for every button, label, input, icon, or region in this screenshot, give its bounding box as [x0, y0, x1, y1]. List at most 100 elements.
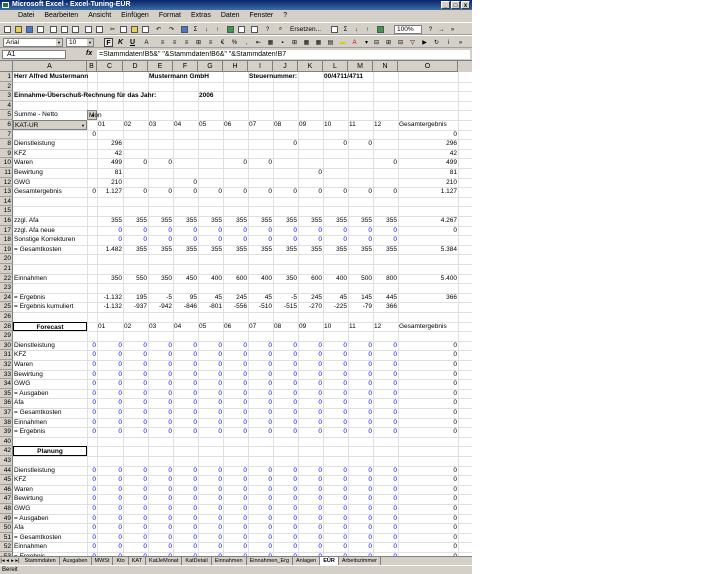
row-header-24[interactable]: 24 [0, 292, 13, 303]
cell-a31[interactable]: KFZ [13, 350, 27, 360]
cell-c19[interactable]: 1.482 [97, 245, 123, 255]
sheet-tab-mwst[interactable]: MWSt [91, 557, 114, 565]
cell-k32[interactable]: 0 [298, 360, 323, 370]
cell-h30[interactable]: 0 [223, 341, 248, 351]
cell-i39[interactable]: 0 [248, 427, 273, 437]
cell-n44[interactable]: 0 [373, 466, 398, 476]
row-header-8[interactable]: 8 [0, 139, 13, 149]
row-header-38[interactable]: 38 [0, 417, 13, 428]
cell-h32[interactable]: 0 [223, 360, 248, 370]
row-header-29[interactable]: 29 [0, 331, 13, 341]
font-color-icon[interactable]: A [350, 38, 359, 47]
cell-j33[interactable]: 0 [273, 370, 298, 380]
cell-f32[interactable]: 0 [173, 360, 198, 370]
cell-f45[interactable]: 0 [173, 475, 198, 485]
cell-e22[interactable]: 350 [148, 274, 173, 284]
cell-l49[interactable]: 0 [323, 514, 348, 524]
cell-f6[interactable]: 04 [173, 120, 182, 130]
cell-h46[interactable]: 0 [223, 485, 248, 495]
cell-f37[interactable]: 0 [173, 408, 198, 418]
cell-c35[interactable]: 0 [97, 389, 123, 399]
row-header-44[interactable]: 44 [0, 465, 13, 476]
macro-icon[interactable]: ▶ [420, 38, 429, 47]
cell-b50[interactable]: 0 [87, 523, 97, 533]
cell-h47[interactable]: 0 [223, 494, 248, 504]
cell-m50[interactable]: 0 [348, 523, 373, 533]
cell-b52[interactable]: 0 [87, 542, 97, 552]
cell-g52[interactable]: 0 [198, 542, 223, 552]
cell-d28[interactable]: 02 [123, 322, 132, 332]
cell-f17[interactable]: 0 [173, 226, 198, 236]
cell-o11[interactable]: 81 [398, 168, 458, 178]
row-header-12[interactable]: 12 [0, 177, 13, 188]
cell-f13[interactable]: 0 [173, 187, 198, 197]
cell-g3[interactable]: 2006 [198, 91, 214, 101]
cell-m8[interactable]: 0 [348, 139, 373, 149]
row-header-46[interactable]: 46 [0, 484, 13, 495]
cell-i38[interactable]: 0 [248, 418, 273, 428]
toolbar-arrow-icon[interactable]: → [437, 25, 446, 34]
cell-j52[interactable]: 0 [273, 542, 298, 552]
cell-a25[interactable]: = Ergebnis kumuliert [13, 302, 74, 312]
cell-o28[interactable]: Gesamtergebnis [398, 322, 448, 332]
cell-i18[interactable]: 0 [248, 235, 273, 245]
cell-l25[interactable]: -225 [323, 302, 348, 312]
cell-h36[interactable]: 0 [223, 398, 248, 408]
cell-h33[interactable]: 0 [223, 370, 248, 380]
cell-m17[interactable]: 0 [348, 226, 373, 236]
column-header-n[interactable]: N [373, 61, 398, 72]
cell-l39[interactable]: 0 [323, 427, 348, 437]
cell-n6[interactable]: 12 [373, 120, 382, 130]
cell-l44[interactable]: 0 [323, 466, 348, 476]
cell-b37[interactable]: 0 [87, 408, 97, 418]
autofilter-icon[interactable]: ▽ [408, 38, 417, 47]
cell-d33[interactable]: 0 [123, 370, 148, 380]
cell-m32[interactable]: 0 [348, 360, 373, 370]
cell-g51[interactable]: 0 [198, 533, 223, 543]
bold-button[interactable]: F [104, 38, 113, 47]
cell-h6[interactable]: 06 [223, 120, 232, 130]
dropdown-arrow-icon[interactable]: ▼ [81, 121, 85, 131]
cell-h45[interactable]: 0 [223, 475, 248, 485]
cell-e31[interactable]: 0 [148, 350, 173, 360]
row-header-17[interactable]: 17 [0, 225, 13, 236]
cell-j32[interactable]: 0 [273, 360, 298, 370]
cut-icon[interactable]: ✂ [108, 25, 117, 34]
cell-f33[interactable]: 0 [173, 370, 198, 380]
worksheet-grid[interactable]: ABCDEFGHIJKLMNO 1 Herr Alfred Mustermann M… [0, 61, 472, 556]
cell-i47[interactable]: 0 [248, 494, 273, 504]
cell-n28[interactable]: 12 [373, 322, 382, 332]
cell-e37[interactable]: 0 [148, 408, 173, 418]
cell-f52[interactable]: 0 [173, 542, 198, 552]
cell-e17[interactable]: 0 [148, 226, 173, 236]
cell-d49[interactable]: 0 [123, 514, 148, 524]
sheet-tab-arbeitszimmer[interactable]: Arbeitszimmer [338, 557, 381, 565]
cell-o7[interactable]: 0 [398, 130, 458, 140]
cell-m51[interactable]: 0 [348, 533, 373, 543]
cell-d6[interactable]: 02 [123, 120, 132, 130]
cell-d52[interactable]: 0 [123, 542, 148, 552]
cell-o24[interactable]: 366 [398, 293, 458, 303]
cell-o8[interactable]: 296 [398, 139, 458, 149]
cell-h18[interactable]: 0 [223, 235, 248, 245]
cell-n22[interactable]: 800 [373, 274, 398, 284]
cell-c25[interactable]: -1.132 [97, 302, 123, 312]
row-header-6[interactable]: 6 [0, 120, 13, 130]
undo-icon[interactable]: ↶ [154, 25, 163, 34]
cell-i22[interactable]: 400 [248, 274, 273, 284]
row-header-1[interactable]: 1 [0, 72, 13, 82]
cell-f38[interactable]: 0 [173, 418, 198, 428]
cell-d32[interactable]: 0 [123, 360, 148, 370]
cell-a5[interactable]: Summe - Netto [13, 110, 59, 120]
cell-c18[interactable]: 0 [97, 235, 123, 245]
research-icon[interactable] [95, 25, 104, 34]
cell-j31[interactable]: 0 [273, 350, 298, 360]
sheet-tab-kat[interactable]: KAT [128, 557, 147, 565]
cell-i25[interactable]: -510 [248, 302, 273, 312]
cell-m44[interactable]: 0 [348, 466, 373, 476]
cell-j28[interactable]: 08 [273, 322, 282, 332]
cell-b46[interactable]: 0 [87, 485, 97, 495]
cell-j30[interactable]: 0 [273, 341, 298, 351]
highlight-icon[interactable]: ▬ [338, 38, 347, 47]
cell-b34[interactable]: 0 [87, 379, 97, 389]
